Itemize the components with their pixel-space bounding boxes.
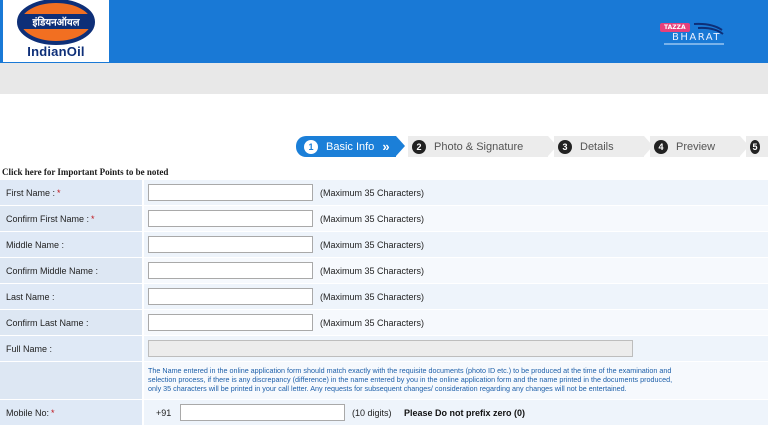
first-name-input[interactable]: [148, 184, 313, 201]
form-row-confirm-last-name: Confirm Last Name : (Maximum 35 Characte…: [0, 310, 768, 336]
confirm-last-name-input[interactable]: [148, 314, 313, 331]
field-cell: (Maximum 35 Characters): [142, 180, 768, 205]
application-stepper: 1 Basic Info » 2 Photo & Signature 3 Det…: [296, 136, 768, 157]
step-label: Photo & Signature: [434, 140, 524, 153]
step-label: Basic Info: [326, 140, 375, 153]
step-photo-signature[interactable]: 2 Photo & Signature: [408, 136, 548, 157]
required-asterisk: *: [91, 213, 95, 224]
max-chars-hint: (Maximum 35 Characters): [320, 213, 425, 224]
step-number: 3: [558, 139, 572, 154]
field-cell: (Maximum 35 Characters): [142, 232, 768, 257]
max-chars-hint: (Maximum 35 Characters): [320, 291, 425, 302]
full-name-readonly-input: [148, 340, 633, 357]
note-line: The Name entered in the online applicati…: [148, 366, 672, 375]
digits-hint: (10 digits): [352, 407, 392, 418]
step-details[interactable]: 3 Details: [554, 136, 644, 157]
field-label: First Name : *: [0, 180, 142, 205]
required-asterisk: *: [57, 187, 61, 198]
confirm-first-name-input[interactable]: [148, 210, 313, 227]
field-label: Mobile No: *: [0, 400, 142, 425]
field-cell: +91 (10 digits) Please Do not prefix zer…: [142, 400, 768, 425]
step-number: 5: [750, 139, 760, 154]
form-row-middle-name: Middle Name : (Maximum 35 Characters): [0, 232, 768, 258]
label-text: First Name :: [6, 187, 56, 198]
brand-name: BHARAT: [672, 32, 721, 43]
step-label: Preview: [676, 140, 716, 153]
step-preview[interactable]: 4 Preview: [650, 136, 740, 157]
double-chevron-icon: »: [382, 139, 389, 154]
step-number: 2: [412, 139, 426, 154]
label-text: Middle Name :: [6, 239, 65, 250]
field-cell: (Maximum 35 Characters): [142, 258, 768, 283]
max-chars-hint: (Maximum 35 Characters): [320, 239, 425, 250]
form-row-name-note: The Name entered in the online applicati…: [0, 362, 768, 400]
field-cell: (Maximum 35 Characters): [142, 206, 768, 231]
form-row-confirm-middle-name: Confirm Middle Name : (Maximum 35 Charac…: [0, 258, 768, 284]
form-row-mobile: Mobile No: * +91 (10 digits) Please Do n…: [0, 400, 768, 426]
indianoil-logo[interactable]: इंडियनऑयल IndianOil: [3, 0, 109, 62]
field-label: Last Name :: [0, 284, 142, 309]
label-text: Full Name :: [6, 343, 53, 354]
note-line: only 35 characters will be printed in yo…: [148, 384, 627, 394]
required-asterisk: *: [51, 407, 55, 418]
field-cell: [142, 336, 768, 361]
step-label: Details: [580, 140, 614, 153]
field-label: Confirm First Name : *: [0, 206, 142, 231]
field-label: Confirm Last Name :: [0, 310, 142, 335]
label-text: Last Name :: [6, 291, 55, 302]
field-cell: (Maximum 35 Characters): [142, 284, 768, 309]
step-number: 1: [304, 139, 318, 154]
form-row-first-name: First Name : * (Maximum 35 Characters): [0, 180, 768, 206]
max-chars-hint: (Maximum 35 Characters): [320, 265, 425, 276]
form-row-last-name: Last Name : (Maximum 35 Characters): [0, 284, 768, 310]
middle-name-input[interactable]: [148, 236, 313, 253]
field-cell: (Maximum 35 Characters): [142, 310, 768, 335]
step-number: 4: [654, 139, 668, 154]
label-text: Confirm Last Name :: [6, 317, 89, 328]
label-text: Mobile No:: [6, 407, 50, 418]
step-basic-info[interactable]: 1 Basic Info »: [296, 136, 396, 157]
header-bar: इंडियनऑयल IndianOil TAZZA BHARAT: [0, 0, 768, 63]
max-chars-hint: (Maximum 35 Characters): [320, 317, 425, 328]
name-matching-note: The Name entered in the online applicati…: [148, 366, 766, 394]
tazza-bharat-logo[interactable]: TAZZA BHARAT: [660, 21, 726, 45]
note-line: selection process, if there is any discr…: [148, 375, 673, 385]
mobile-number-input[interactable]: [180, 404, 345, 421]
field-cell: The Name entered in the online applicati…: [142, 362, 768, 399]
confirm-middle-name-input[interactable]: [148, 262, 313, 279]
form-row-full-name: Full Name :: [0, 336, 768, 362]
step-5[interactable]: 5: [746, 136, 768, 157]
logo-hindi-text: इंडियनऑयल: [31, 16, 80, 29]
logo-text: IndianOil: [27, 44, 85, 59]
field-label: Full Name :: [0, 336, 142, 361]
brand-tag: TAZZA: [660, 23, 690, 32]
empty-label-cell: [0, 362, 142, 399]
basic-info-form: First Name : * (Maximum 35 Characters) C…: [0, 180, 768, 426]
field-label: Middle Name :: [0, 232, 142, 257]
country-code-prefix: +91: [156, 407, 172, 418]
label-text: Confirm Middle Name :: [6, 265, 99, 276]
label-text: Confirm First Name :: [6, 213, 90, 224]
last-name-input[interactable]: [148, 288, 313, 305]
step-arrow: [396, 136, 405, 156]
no-zero-warning: Please Do not prefix zero (0): [404, 407, 526, 418]
important-points-link[interactable]: Click here for Important Points to be no…: [2, 167, 168, 177]
form-row-confirm-first-name: Confirm First Name : * (Maximum 35 Chara…: [0, 206, 768, 232]
indianoil-emblem-icon: इंडियनऑयल: [17, 0, 95, 45]
field-label: Confirm Middle Name :: [0, 258, 142, 283]
max-chars-hint: (Maximum 35 Characters): [320, 187, 425, 198]
nav-strip: [0, 63, 768, 94]
